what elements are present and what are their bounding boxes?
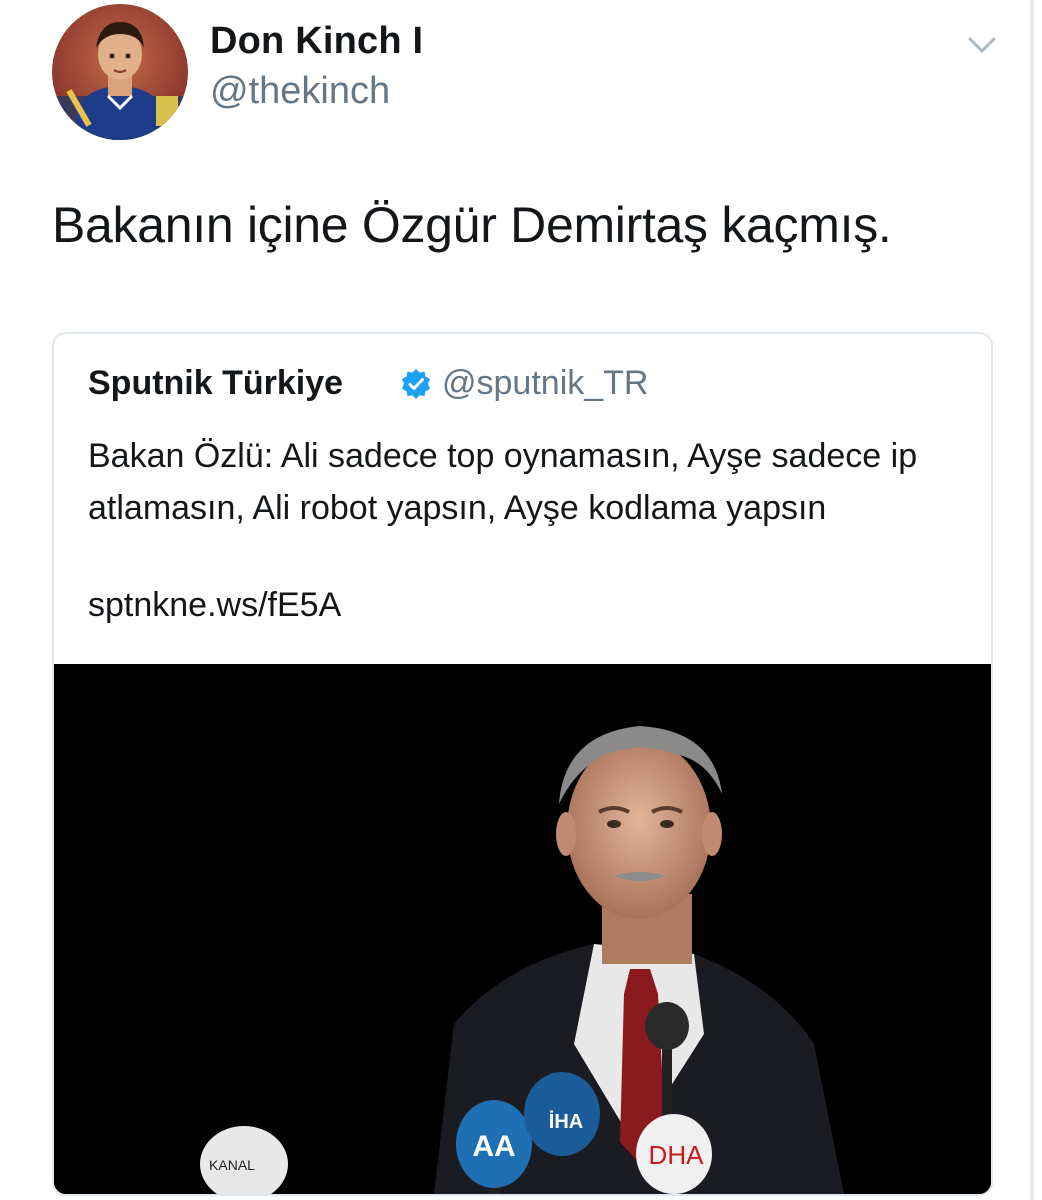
quoted-tweet-card[interactable]: Sputnik Türkiye @sputnik_TR Bakan Özlü: … [52,332,993,1196]
mic-logo-kanal: KANAL [209,1157,255,1173]
author-display-name[interactable]: Don Kinch I [210,20,423,63]
mic-logo-dha: DHA [649,1140,705,1170]
mic-logo-iha: İHA [549,1110,583,1133]
quoted-author-handle: @sputnik_TR [442,364,649,402]
verified-badge-icon [400,368,432,400]
author-handle[interactable]: @thekinch [210,70,390,113]
quoted-tweet-media[interactable]: AA İHA DHA KANAL [54,664,991,1194]
quoted-tweet-link[interactable]: sptnkne.ws/fE5A [88,586,341,625]
author-avatar[interactable] [52,4,188,140]
press-conference-photo-icon: AA İHA DHA KANAL [54,664,991,1194]
child-portrait-avatar-icon [52,4,188,140]
quoted-author-display-name: Sputnik Türkiye [88,364,344,402]
quoted-tweet-text: Bakan Özlü: Ali sadece top oynamasın, Ay… [88,437,918,527]
tweet-text: Bakanın içine Özgür Demirtaş kaçmış. [52,197,892,253]
mic-logo-aa: AA [472,1130,515,1163]
timeline-right-border [1030,0,1034,1200]
tweet-menu-chevron-down-icon[interactable] [962,30,1002,60]
